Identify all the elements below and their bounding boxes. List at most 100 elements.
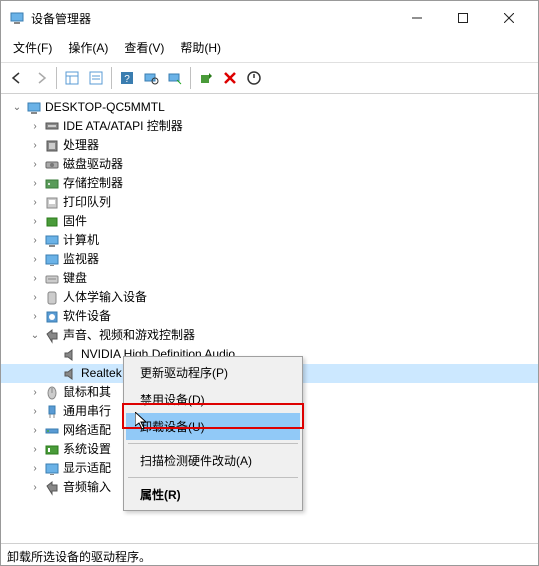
back-button[interactable] [5, 66, 29, 90]
tree-item[interactable]: › 软件设备 [1, 307, 538, 326]
tree-item-label: 声音、视频和游戏控制器 [61, 326, 195, 345]
tree-item-label: 软件设备 [61, 307, 111, 326]
tree-item-label: 固件 [61, 212, 87, 231]
forward-button[interactable] [29, 66, 53, 90]
properties-button[interactable] [84, 66, 108, 90]
speaker-icon [61, 366, 79, 382]
expander-icon[interactable]: › [27, 269, 43, 288]
menu-file[interactable]: 文件(F) [5, 35, 60, 60]
tree-item[interactable]: › 磁盘驱动器 [1, 155, 538, 174]
tree-root-label: DESKTOP-QC5MMTL [43, 98, 165, 117]
device-category-icon [43, 309, 61, 325]
context-menu: 更新驱动程序(P) 禁用设备(D) 卸载设备(U) 扫描检测硬件改动(A) 属性… [123, 356, 303, 511]
tree-root[interactable]: ⌄ DESKTOP-QC5MMTL [1, 98, 538, 117]
expander-icon[interactable]: › [27, 402, 43, 421]
tree-item-label: 计算机 [61, 231, 99, 250]
expander-icon[interactable]: › [27, 307, 43, 326]
expander-icon[interactable]: › [27, 193, 43, 212]
cm-update-driver[interactable]: 更新驱动程序(P) [126, 359, 300, 386]
device-category-icon [43, 176, 61, 192]
disable-button[interactable] [242, 66, 266, 90]
device-category-icon [43, 119, 61, 135]
expander-icon[interactable]: › [27, 383, 43, 402]
expander-icon[interactable]: › [27, 117, 43, 136]
menubar: 文件(F) 操作(A) 查看(V) 帮助(H) [1, 33, 538, 63]
minimize-button[interactable] [394, 6, 440, 30]
menu-view[interactable]: 查看(V) [116, 35, 172, 60]
scan-button[interactable] [139, 66, 163, 90]
device-category-icon [43, 461, 61, 477]
device-category-icon [43, 385, 61, 401]
tree-item[interactable]: › IDE ATA/ATAPI 控制器 [1, 117, 538, 136]
speaker-icon [61, 347, 79, 363]
expander-icon[interactable]: ⌄ [27, 326, 43, 345]
device-category-icon [43, 157, 61, 173]
titlebar: 设备管理器 [1, 1, 538, 33]
cm-scan[interactable]: 扫描检测硬件改动(A) [126, 447, 300, 474]
tree-item-label: 存储控制器 [61, 174, 123, 193]
expander-icon[interactable]: › [27, 459, 43, 478]
enable-button[interactable] [194, 66, 218, 90]
tree-item[interactable]: ⌄ 声音、视频和游戏控制器 [1, 326, 538, 345]
tree-item-label: 鼠标和其 [61, 383, 111, 402]
tree-item-label: IDE ATA/ATAPI 控制器 [61, 117, 183, 136]
expander-icon[interactable]: › [27, 174, 43, 193]
tree-item[interactable]: › 人体学输入设备 [1, 288, 538, 307]
window-title: 设备管理器 [31, 10, 394, 27]
show-hide-button[interactable] [60, 66, 84, 90]
tree-item[interactable]: › 处理器 [1, 136, 538, 155]
cm-disable[interactable]: 禁用设备(D) [126, 386, 300, 413]
menu-help[interactable]: 帮助(H) [172, 35, 229, 60]
uninstall-button[interactable] [218, 66, 242, 90]
expander-icon[interactable]: ⌄ [9, 98, 25, 117]
device-category-icon [43, 271, 61, 287]
cm-uninstall[interactable]: 卸载设备(U) [126, 413, 300, 440]
tree-item[interactable]: › 键盘 [1, 269, 538, 288]
cm-properties[interactable]: 属性(R) [126, 481, 300, 508]
toolbar: ? [1, 63, 538, 94]
window-controls [394, 6, 532, 30]
device-category-icon [43, 252, 61, 268]
app-icon [9, 10, 25, 26]
statusbar: 卸载所选设备的驱动程序。 [1, 543, 538, 565]
menu-action[interactable]: 操作(A) [60, 35, 116, 60]
tree-item-label: 通用串行 [61, 402, 111, 421]
expander-icon[interactable]: › [27, 288, 43, 307]
update-driver-button[interactable] [163, 66, 187, 90]
device-tree[interactable]: ⌄ DESKTOP-QC5MMTL › IDE ATA/ATAPI 控制器 › 处理器… [1, 94, 538, 543]
device-category-icon [43, 214, 61, 230]
expander-icon[interactable]: › [27, 231, 43, 250]
tree-item-label: 处理器 [61, 136, 99, 155]
tree-item-label: 音频输入 [61, 478, 111, 497]
device-category-icon [43, 195, 61, 211]
tree-item-label: 网络适配 [61, 421, 111, 440]
tree-item-label: 键盘 [61, 269, 87, 288]
maximize-button[interactable] [440, 6, 486, 30]
tree-item-label: 磁盘驱动器 [61, 155, 123, 174]
tree-item-label: 系统设置 [61, 440, 111, 459]
expander-icon[interactable]: › [27, 250, 43, 269]
expander-icon[interactable]: › [27, 212, 43, 231]
expander-icon[interactable]: › [27, 478, 43, 497]
device-category-icon [43, 328, 61, 344]
cm-separator [128, 477, 298, 478]
expander-icon[interactable]: › [27, 155, 43, 174]
cm-separator [128, 443, 298, 444]
tree-item[interactable]: › 存储控制器 [1, 174, 538, 193]
tree-item[interactable]: › 计算机 [1, 231, 538, 250]
device-category-icon [43, 404, 61, 420]
device-category-icon [43, 442, 61, 458]
tree-item[interactable]: › 固件 [1, 212, 538, 231]
tree-item-label: 人体学输入设备 [61, 288, 147, 307]
help-button[interactable]: ? [115, 66, 139, 90]
expander-icon[interactable]: › [27, 136, 43, 155]
tree-item-label: 打印队列 [61, 193, 111, 212]
tree-item[interactable]: › 打印队列 [1, 193, 538, 212]
close-button[interactable] [486, 6, 532, 30]
expander-icon[interactable]: › [27, 440, 43, 459]
svg-text:?: ? [124, 74, 130, 85]
expander-icon[interactable]: › [27, 421, 43, 440]
tree-item[interactable]: ›监视器 [1, 250, 538, 269]
device-category-icon [43, 233, 61, 249]
device-category-icon [43, 290, 61, 306]
